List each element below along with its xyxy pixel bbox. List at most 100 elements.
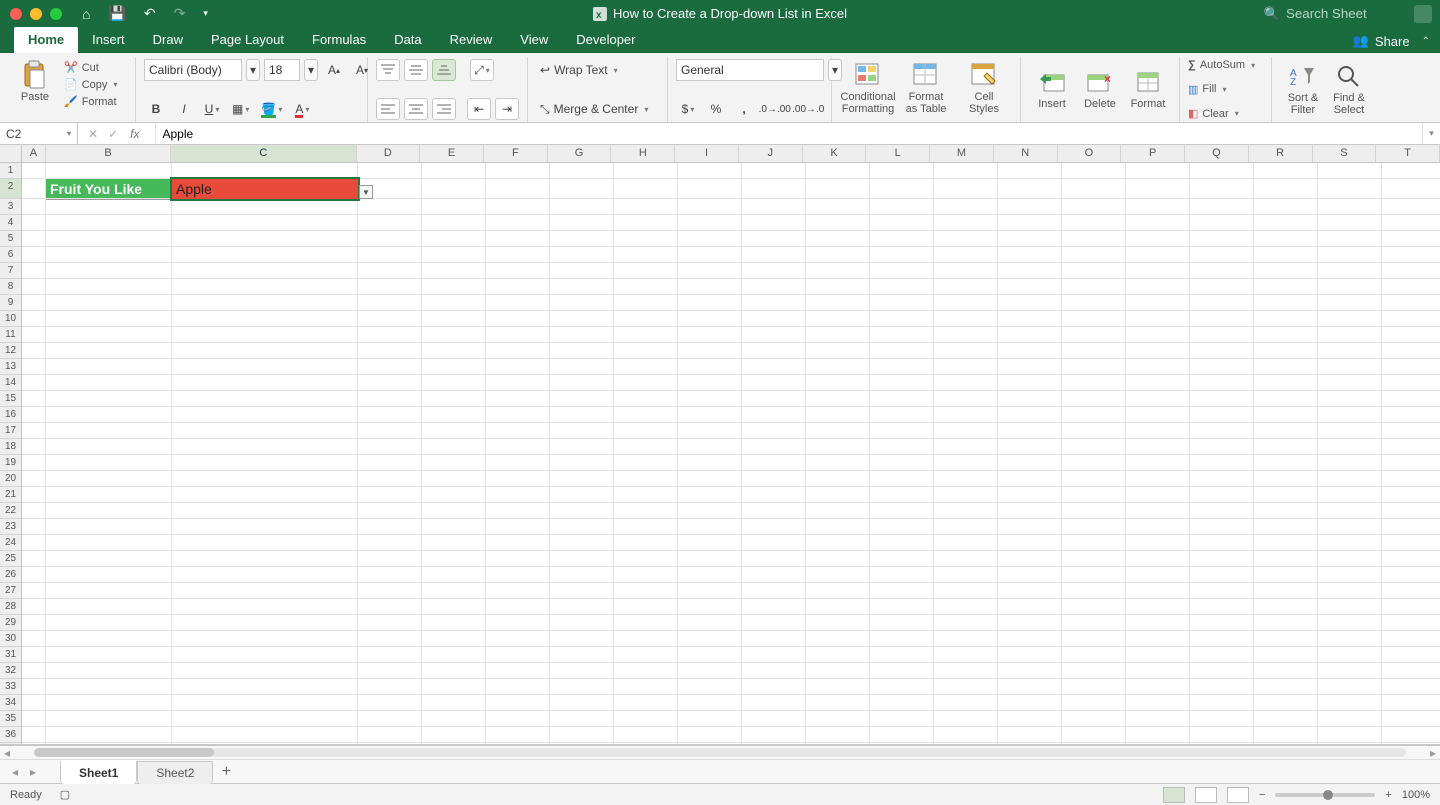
column-header-m[interactable]: M	[930, 145, 994, 162]
redo-icon[interactable]: ↷	[174, 5, 186, 22]
row-header-3[interactable]: 3	[0, 199, 21, 215]
cells-area[interactable]: Fruit You Like Apple ▼	[22, 163, 1440, 744]
row-header-33[interactable]: 33	[0, 679, 21, 695]
format-as-table-button[interactable]: Format as Table	[898, 59, 954, 117]
tab-view[interactable]: View	[506, 27, 562, 53]
column-header-q[interactable]: Q	[1185, 145, 1249, 162]
column-header-p[interactable]: P	[1121, 145, 1185, 162]
column-header-h[interactable]: H	[611, 145, 675, 162]
sheet-nav-prev[interactable]: ◂	[6, 765, 24, 779]
tab-developer[interactable]: Developer	[562, 27, 649, 53]
spreadsheet-grid[interactable]: ABCDEFGHIJKLMNOPQRST 1234567891011121314…	[0, 145, 1440, 745]
row-header-29[interactable]: 29	[0, 615, 21, 631]
tab-draw[interactable]: Draw	[139, 27, 197, 53]
row-header-20[interactable]: 20	[0, 471, 21, 487]
view-page-break-button[interactable]	[1227, 787, 1249, 803]
row-header-14[interactable]: 14	[0, 375, 21, 391]
column-header-s[interactable]: S	[1313, 145, 1377, 162]
column-header-b[interactable]: B	[46, 145, 171, 162]
search-sheet-input[interactable]	[1286, 6, 1396, 21]
row-header-26[interactable]: 26	[0, 567, 21, 583]
minimize-window-button[interactable]	[30, 8, 42, 20]
tab-page-layout[interactable]: Page Layout	[197, 27, 298, 53]
comma-button[interactable]: ,	[732, 98, 756, 120]
row-header-5[interactable]: 5	[0, 231, 21, 247]
horizontal-scroll-thumb[interactable]	[34, 748, 214, 757]
row-header-1[interactable]: 1	[0, 163, 21, 179]
row-header-12[interactable]: 12	[0, 343, 21, 359]
column-header-j[interactable]: J	[739, 145, 803, 162]
row-header-19[interactable]: 19	[0, 455, 21, 471]
sort-filter-button[interactable]: AZSort & Filter	[1280, 59, 1326, 120]
zoom-slider[interactable]	[1275, 793, 1375, 797]
row-header-32[interactable]: 32	[0, 663, 21, 679]
row-header-9[interactable]: 9	[0, 295, 21, 311]
horizontal-scrollbar[interactable]: ◂ ▸	[0, 745, 1440, 759]
search-sheet[interactable]: 🔍	[1264, 6, 1396, 22]
qat-caret-icon[interactable]: ▾	[203, 8, 208, 19]
row-header-23[interactable]: 23	[0, 519, 21, 535]
column-header-n[interactable]: N	[994, 145, 1058, 162]
tab-insert[interactable]: Insert	[78, 27, 139, 53]
row-header-10[interactable]: 10	[0, 311, 21, 327]
row-header-4[interactable]: 4	[0, 215, 21, 231]
font-color-button[interactable]: A▾	[290, 98, 314, 120]
name-box[interactable]: C2 ▾	[0, 123, 78, 144]
row-header-34[interactable]: 34	[0, 695, 21, 711]
row-header-24[interactable]: 24	[0, 535, 21, 551]
format-cells-button[interactable]: Format	[1125, 59, 1171, 120]
increase-font-button[interactable]: A▴	[322, 59, 346, 81]
row-header-16[interactable]: 16	[0, 407, 21, 423]
font-name-dropdown[interactable]: ▾	[246, 59, 260, 81]
delete-cells-button[interactable]: ×Delete	[1077, 59, 1123, 120]
cell-styles-button[interactable]: Cell Styles	[956, 59, 1012, 117]
save-icon[interactable]: 💾	[108, 5, 125, 22]
home-icon[interactable]: ⌂	[82, 6, 90, 22]
fill-button[interactable]: ▥Fill▾	[1188, 83, 1263, 96]
row-header-28[interactable]: 28	[0, 599, 21, 615]
row-header-7[interactable]: 7	[0, 263, 21, 279]
copy-button[interactable]: 📄Copy▾	[64, 78, 117, 91]
row-header-15[interactable]: 15	[0, 391, 21, 407]
zoom-window-button[interactable]	[50, 8, 62, 20]
merge-center-button[interactable]: ⤡Merge & Center▾	[536, 98, 652, 120]
row-header-35[interactable]: 35	[0, 711, 21, 727]
percent-button[interactable]: %	[704, 98, 728, 120]
font-name-input[interactable]	[144, 59, 242, 81]
row-header-18[interactable]: 18	[0, 439, 21, 455]
column-header-f[interactable]: F	[484, 145, 548, 162]
insert-cells-button[interactable]: Insert	[1029, 59, 1075, 120]
tab-data[interactable]: Data	[380, 27, 435, 53]
view-normal-button[interactable]	[1163, 787, 1185, 803]
column-header-g[interactable]: G	[548, 145, 612, 162]
italic-button[interactable]: I	[172, 98, 196, 120]
number-format-select[interactable]	[676, 59, 824, 81]
row-header-36[interactable]: 36	[0, 727, 21, 743]
align-right-button[interactable]	[432, 98, 456, 120]
row-header-11[interactable]: 11	[0, 327, 21, 343]
column-header-e[interactable]: E	[420, 145, 484, 162]
align-center-button[interactable]	[404, 98, 428, 120]
align-left-button[interactable]	[376, 98, 400, 120]
orientation-button[interactable]: ⤢▾	[470, 59, 494, 81]
row-header-13[interactable]: 13	[0, 359, 21, 375]
sheet-tab-sheet1[interactable]: Sheet1	[60, 760, 137, 784]
row-header-17[interactable]: 17	[0, 423, 21, 439]
fill-color-button[interactable]: 🪣▾	[257, 98, 286, 120]
tab-home[interactable]: Home	[14, 27, 78, 53]
currency-button[interactable]: $▾	[676, 98, 700, 120]
row-header-2[interactable]: 2	[0, 179, 21, 199]
tab-review[interactable]: Review	[436, 27, 507, 53]
underline-button[interactable]: U▾	[200, 98, 224, 120]
bold-button[interactable]: B	[144, 98, 168, 120]
column-header-d[interactable]: D	[357, 145, 421, 162]
row-header-30[interactable]: 30	[0, 631, 21, 647]
column-header-l[interactable]: L	[866, 145, 930, 162]
column-header-i[interactable]: I	[675, 145, 739, 162]
data-validation-dropdown-icon[interactable]: ▼	[359, 185, 373, 199]
macro-record-icon[interactable]: ▢	[60, 788, 70, 801]
expand-formula-bar-icon[interactable]: ▾	[1422, 123, 1440, 144]
column-header-o[interactable]: O	[1058, 145, 1122, 162]
find-select-button[interactable]: Find & Select	[1326, 59, 1372, 120]
column-header-k[interactable]: K	[803, 145, 867, 162]
